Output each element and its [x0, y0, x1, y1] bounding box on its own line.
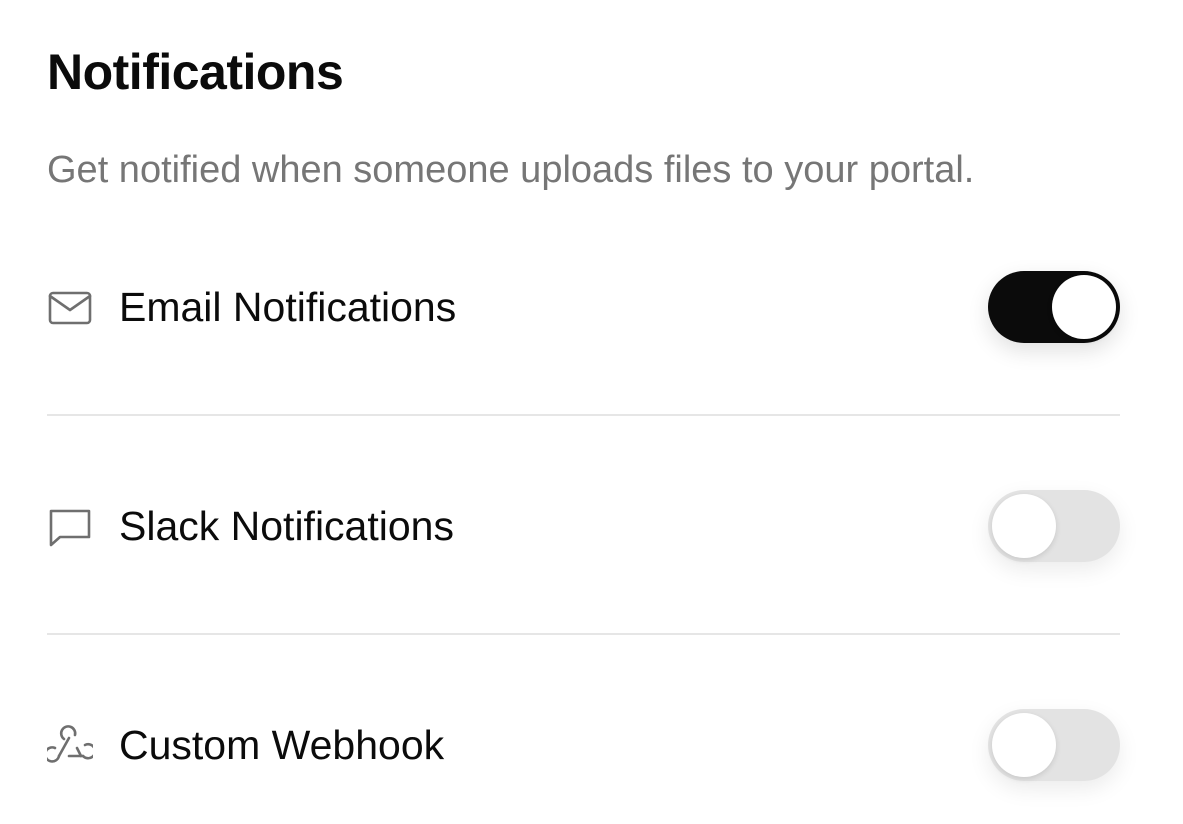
page-title: Notifications: [47, 44, 344, 100]
setting-row-slack: Slack Notifications: [47, 486, 1120, 566]
custom-webhook-toggle[interactable]: [988, 709, 1120, 781]
mail-icon: [47, 285, 93, 331]
setting-label-email: Email Notifications: [119, 284, 457, 330]
slack-notifications-toggle[interactable]: [988, 490, 1120, 562]
setting-row-webhook: Custom Webhook: [47, 705, 1120, 785]
page-subtitle: Get notified when someone uploads files …: [47, 149, 975, 191]
webhook-icon: [47, 723, 93, 769]
setting-label-webhook: Custom Webhook: [119, 722, 445, 768]
chat-bubble-icon: [47, 504, 93, 550]
toggle-knob: [992, 494, 1056, 558]
toggle-knob: [992, 713, 1056, 777]
toggle-knob: [1052, 275, 1116, 339]
divider: [47, 633, 1120, 635]
divider: [47, 414, 1120, 416]
email-notifications-toggle[interactable]: [988, 271, 1120, 343]
setting-row-email: Email Notifications: [47, 267, 1120, 347]
setting-label-slack: Slack Notifications: [119, 503, 454, 549]
